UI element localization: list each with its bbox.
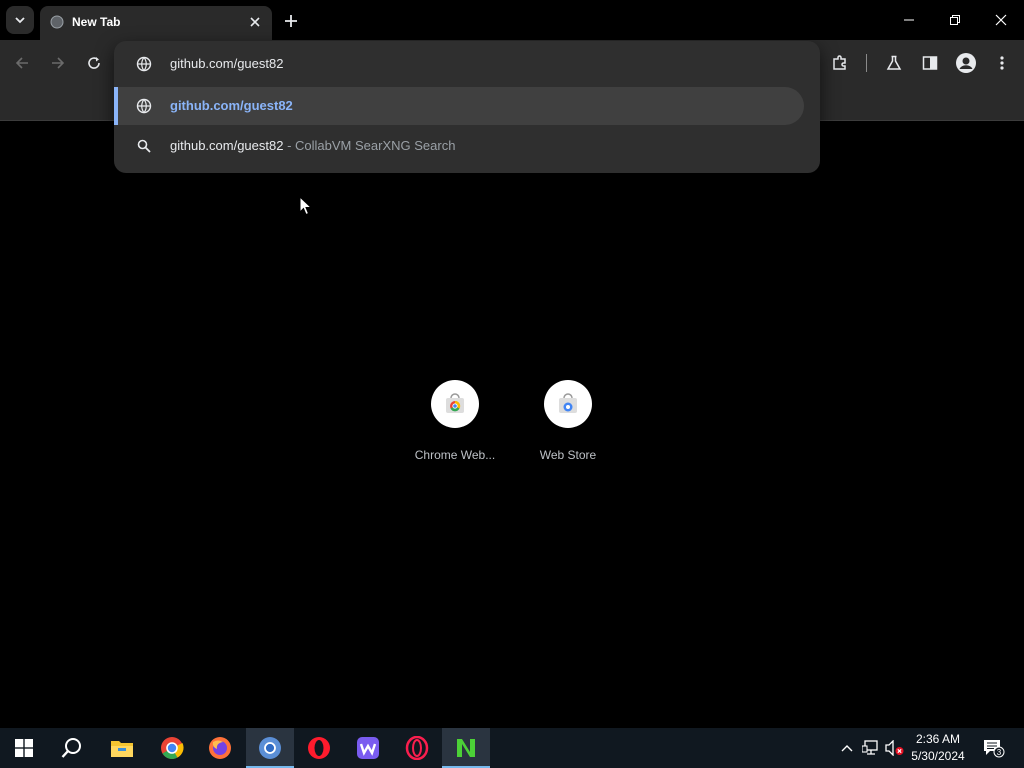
kebab-menu-icon bbox=[1000, 56, 1004, 70]
taskbar-opera-gx[interactable] bbox=[393, 728, 441, 768]
close-window-button[interactable] bbox=[978, 0, 1024, 40]
restore-icon bbox=[950, 15, 960, 25]
plus-icon bbox=[285, 15, 297, 27]
notification-icon: 3 bbox=[984, 740, 1005, 758]
start-icon bbox=[15, 739, 33, 757]
file-explorer-icon bbox=[111, 741, 133, 757]
suggestion-engine: CollabVM SearXNG Search bbox=[295, 138, 456, 153]
waterfox-icon bbox=[357, 737, 379, 759]
taskbar-clock[interactable]: 2:36 AM 5/30/2024 bbox=[902, 731, 974, 765]
chrome-web-store-icon bbox=[446, 393, 464, 413]
arrow-right-icon bbox=[52, 57, 65, 69]
selection-indicator bbox=[114, 87, 118, 125]
tray-overflow-button[interactable] bbox=[837, 738, 857, 758]
clock-time: 2:36 AM bbox=[915, 732, 961, 746]
tray-network[interactable] bbox=[861, 738, 881, 758]
shortcut-icon-circle bbox=[544, 380, 592, 428]
taskbar-search-button[interactable] bbox=[48, 728, 96, 768]
taskbar-opera[interactable] bbox=[295, 728, 343, 768]
reload-icon bbox=[88, 57, 100, 69]
puzzle-icon bbox=[833, 55, 846, 70]
clock-date: 5/30/2024 bbox=[911, 749, 965, 763]
notification-count: 3 bbox=[997, 748, 1002, 757]
minimize-button[interactable] bbox=[886, 0, 932, 40]
profile-button[interactable] bbox=[953, 50, 979, 76]
taskbar-chromium[interactable] bbox=[246, 728, 294, 768]
new-tab-button[interactable] bbox=[280, 10, 302, 32]
opera-gx-icon bbox=[405, 736, 429, 760]
suggestion-search[interactable]: github.com/guest82 - CollabVM SearXNG Se… bbox=[114, 127, 804, 165]
shortcut-web-store[interactable]: Web Store bbox=[518, 380, 618, 462]
tab-new-tab[interactable]: New Tab bbox=[40, 6, 272, 40]
taskbar-firefox[interactable] bbox=[196, 728, 244, 768]
omnibox-input[interactable]: github.com/guest82 bbox=[114, 41, 820, 85]
chevron-down-icon bbox=[15, 17, 25, 24]
chromium-icon bbox=[259, 737, 281, 759]
tab-title: New Tab bbox=[72, 15, 121, 29]
suggestion-url-text: github.com/guest82 bbox=[170, 98, 293, 113]
reload-button[interactable] bbox=[81, 50, 107, 76]
action-center-button[interactable]: 3 bbox=[982, 738, 1006, 758]
toolbar-separator bbox=[866, 54, 867, 72]
start-button[interactable] bbox=[0, 728, 48, 768]
close-icon bbox=[250, 17, 260, 27]
shortcut-chrome-web-store[interactable]: Chrome Web... bbox=[405, 380, 505, 462]
arrow-left-icon bbox=[15, 57, 28, 69]
tab-close-button[interactable] bbox=[246, 13, 264, 31]
firefox-icon bbox=[209, 737, 231, 759]
shortcut-label: Web Store bbox=[539, 448, 597, 462]
shortcut-icon-circle bbox=[431, 380, 479, 428]
mouse-cursor-icon bbox=[299, 196, 313, 216]
chrome-icon bbox=[161, 737, 184, 759]
side-panel-icon bbox=[922, 56, 938, 70]
extensions-button[interactable] bbox=[827, 50, 853, 76]
search-icon bbox=[61, 738, 81, 758]
restore-button[interactable] bbox=[932, 0, 978, 40]
globe-icon bbox=[136, 98, 152, 114]
suggestion-search-text: github.com/guest82 - CollabVM SearXNG Se… bbox=[170, 138, 455, 153]
back-button[interactable] bbox=[9, 50, 35, 76]
suggestion-query: github.com/guest82 bbox=[170, 138, 284, 153]
omnibox-value[interactable]: github.com/guest82 bbox=[170, 56, 283, 71]
tab-search-button[interactable] bbox=[6, 6, 34, 34]
suggestion-separator: - bbox=[283, 138, 296, 153]
omnibox-dropdown: github.com/guest82 github.com/guest82 gi… bbox=[114, 41, 820, 173]
side-panel-button[interactable] bbox=[917, 50, 943, 76]
taskbar-waterfox[interactable] bbox=[344, 728, 392, 768]
web-store-icon bbox=[559, 393, 577, 413]
shortcut-label: Chrome Web... bbox=[414, 448, 496, 462]
globe-icon bbox=[50, 15, 64, 29]
minimize-icon bbox=[904, 19, 914, 21]
chevron-up-icon bbox=[841, 745, 853, 752]
taskbar-notepad-plus[interactable] bbox=[442, 728, 490, 768]
search-icon bbox=[137, 139, 151, 153]
globe-icon bbox=[136, 56, 152, 72]
close-icon bbox=[995, 14, 1007, 26]
forward-button[interactable] bbox=[45, 50, 71, 76]
notepad-icon bbox=[457, 739, 475, 757]
labs-button[interactable] bbox=[881, 50, 907, 76]
network-icon bbox=[862, 740, 878, 755]
avatar-icon bbox=[956, 53, 976, 73]
opera-icon bbox=[308, 737, 330, 759]
taskbar-chrome[interactable] bbox=[148, 728, 196, 768]
suggestion-url[interactable]: github.com/guest82 bbox=[114, 87, 804, 125]
taskbar-file-explorer[interactable] bbox=[98, 728, 146, 768]
menu-button[interactable] bbox=[989, 50, 1015, 76]
flask-icon bbox=[886, 55, 902, 70]
